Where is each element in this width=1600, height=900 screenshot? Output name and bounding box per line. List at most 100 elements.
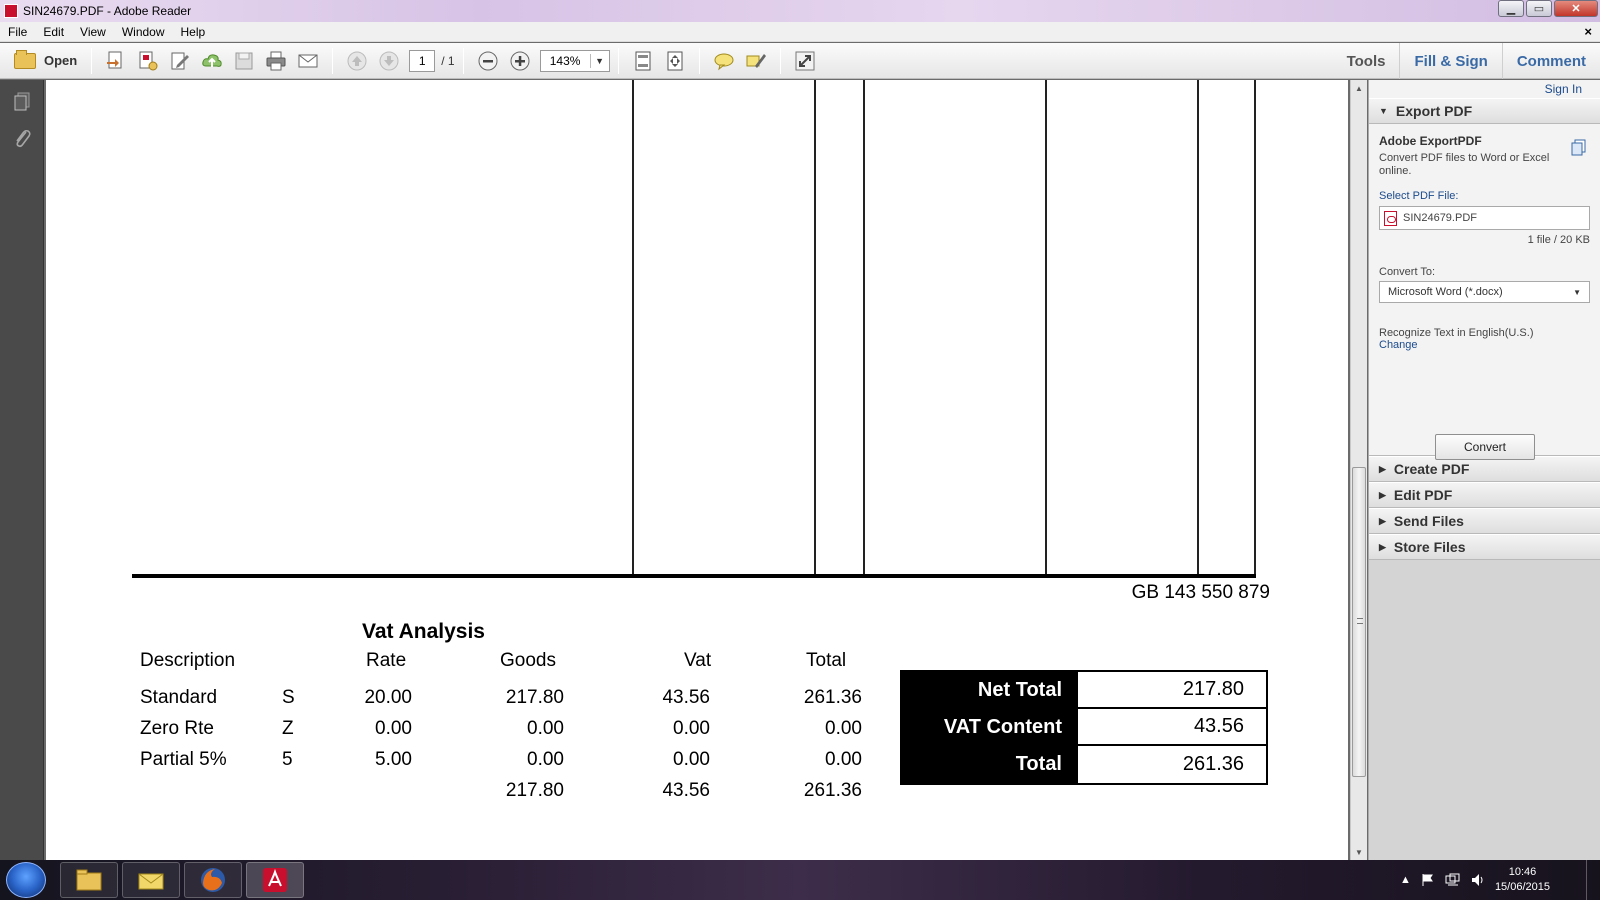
toolbar-separator	[462, 47, 464, 74]
windows-taskbar: ▲ 10:46 15/06/2015	[0, 860, 1600, 900]
minimize-button[interactable]: ▁	[1498, 0, 1524, 17]
upload-cloud-icon[interactable]	[199, 48, 225, 74]
document-view[interactable]: GB 143 550 879 Vat Analysis Description …	[44, 80, 1350, 860]
toolbar-separator	[698, 47, 700, 74]
header-rate: Rate	[366, 650, 407, 671]
row-rate: 20.00	[364, 687, 412, 708]
row-rate: 5.00	[375, 749, 412, 770]
zoom-out-icon[interactable]	[475, 48, 501, 74]
menu-view[interactable]: View	[72, 25, 114, 39]
show-desktop-button[interactable]	[1586, 860, 1600, 900]
taskbar-adobe-reader-button[interactable]	[246, 862, 304, 898]
document-scrollbar[interactable]: ▲ ▼	[1350, 80, 1367, 860]
firefox-icon	[201, 868, 225, 892]
row-vat: 0.00	[673, 718, 710, 739]
scroll-down-arrow-icon[interactable]: ▼	[1351, 844, 1367, 860]
menu-edit[interactable]: Edit	[35, 25, 72, 39]
open-button[interactable]: Open	[8, 47, 83, 75]
left-navigation-panel	[0, 80, 44, 860]
zoom-in-icon[interactable]	[507, 48, 533, 74]
toolbar-separator	[91, 47, 93, 74]
vat-analysis-title: Vat Analysis	[362, 620, 485, 643]
row-vat: 0.00	[673, 749, 710, 770]
tab-tools[interactable]: Tools	[1333, 43, 1400, 79]
comment-bubble-icon[interactable]	[711, 48, 737, 74]
pdf-file-icon	[1384, 210, 1397, 226]
export-service-title: Adobe ExportPDF	[1379, 134, 1482, 148]
vat-content-label: VAT Content	[902, 709, 1078, 746]
row-rate: 0.00	[375, 718, 412, 739]
close-button[interactable]: ✕	[1554, 0, 1598, 17]
row-description: Zero Rte	[140, 718, 214, 739]
export-pdf-section-header[interactable]: ▼ Export PDF	[1369, 98, 1600, 124]
fit-page-icon[interactable]	[630, 48, 656, 74]
selected-file-name: SIN24679.PDF	[1403, 212, 1477, 224]
close-document-icon[interactable]: ×	[1584, 24, 1592, 39]
fit-width-icon[interactable]	[662, 48, 688, 74]
taskbar-outlook-button[interactable]	[122, 862, 180, 898]
toolbar-separator	[779, 47, 781, 74]
store-files-section-header[interactable]: ▶ Store Files	[1369, 534, 1600, 560]
pages-thumbnail-icon[interactable]	[8, 88, 36, 116]
volume-speaker-icon[interactable]	[1471, 873, 1485, 887]
edit-pdf-section-header[interactable]: ▶ Edit PDF	[1369, 482, 1600, 508]
show-hidden-icons-icon[interactable]: ▲	[1400, 874, 1411, 886]
table-column-line	[863, 80, 865, 574]
triangle-right-icon: ▶	[1379, 463, 1386, 474]
grand-total-label: Total	[902, 746, 1078, 783]
email-icon[interactable]	[295, 48, 321, 74]
grand-total-value: 261.36	[1182, 753, 1244, 775]
row-vat: 43.56	[662, 687, 710, 708]
folder-icon	[14, 49, 36, 69]
window-controls: ▁ ▭ ✕	[1498, 0, 1598, 17]
scrollbar-thumb[interactable]	[1352, 467, 1366, 777]
start-button[interactable]	[6, 862, 46, 898]
sum-goods: 217.80	[505, 780, 564, 801]
previous-page-icon[interactable]	[344, 48, 370, 74]
menu-file[interactable]: File	[0, 25, 35, 39]
menu-help[interactable]: Help	[173, 25, 214, 39]
table-column-line	[1045, 80, 1047, 574]
export-pdf-label: Export PDF	[1395, 103, 1473, 119]
print-icon[interactable]	[263, 48, 289, 74]
edit-pdf-icon[interactable]	[167, 48, 193, 74]
row-total: 261.36	[803, 687, 862, 708]
row-goods: 217.80	[505, 687, 564, 708]
clock-time: 10:46	[1508, 866, 1537, 878]
taskbar-firefox-button[interactable]	[184, 862, 242, 898]
toolbar-right-tabs: Tools Fill & Sign Comment	[1333, 43, 1600, 79]
convert-button[interactable]: Convert	[1435, 434, 1535, 460]
page-number-input[interactable]: 1	[409, 49, 436, 72]
system-clock[interactable]: 10:46 15/06/2015	[1495, 865, 1550, 895]
convert-format-select[interactable]: Microsoft Word (*.docx) ▼	[1379, 281, 1590, 303]
header-vat: Vat	[684, 650, 712, 671]
sign-in-link[interactable]: Sign In	[1369, 80, 1600, 98]
scroll-up-arrow-icon[interactable]: ▲	[1351, 80, 1367, 96]
attachment-paperclip-icon[interactable]	[8, 124, 36, 152]
save-icon[interactable]	[231, 48, 257, 74]
change-language-link[interactable]: Change	[1379, 339, 1590, 351]
row-goods: 0.00	[527, 718, 564, 739]
send-files-section-header[interactable]: ▶ Send Files	[1369, 508, 1600, 534]
zoom-select[interactable]: 143% ▼	[539, 49, 610, 72]
expand-icon[interactable]	[792, 48, 818, 74]
toolbar-separator	[332, 47, 334, 74]
network-icon[interactable]	[1445, 873, 1461, 887]
action-center-flag-icon[interactable]	[1421, 873, 1435, 887]
menu-window[interactable]: Window	[114, 25, 173, 39]
next-page-icon[interactable]	[376, 48, 402, 74]
copy-icon[interactable]	[1570, 138, 1588, 156]
tab-comment[interactable]: Comment	[1501, 43, 1600, 79]
menu-bar: File Edit View Window Help ×	[0, 22, 1600, 42]
taskbar-explorer-button[interactable]	[60, 862, 118, 898]
highlight-icon[interactable]	[743, 48, 769, 74]
tab-fill-sign[interactable]: Fill & Sign	[1399, 43, 1501, 79]
net-total-value: 217.80	[1078, 672, 1266, 709]
sum-total: 261.36	[803, 780, 862, 801]
export-pdf-icon[interactable]	[135, 48, 161, 74]
create-pdf-icon[interactable]	[103, 48, 129, 74]
totals-row: VAT Content 43.56	[902, 709, 1266, 746]
selected-file-field[interactable]: SIN24679.PDF	[1379, 206, 1590, 230]
triangle-right-icon: ▶	[1379, 541, 1386, 552]
maximize-button[interactable]: ▭	[1526, 0, 1552, 17]
